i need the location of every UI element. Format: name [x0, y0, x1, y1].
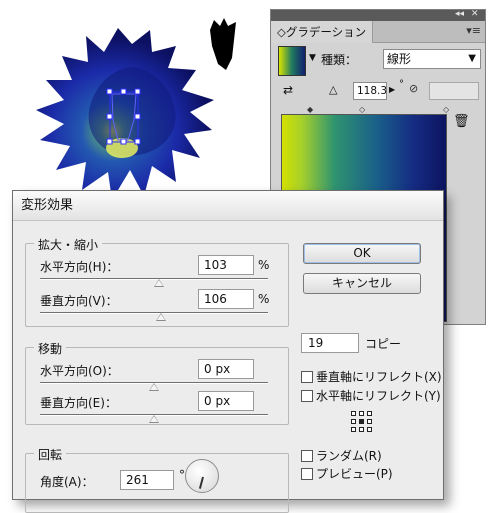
move-horizontal-input[interactable]: 0 px: [198, 359, 254, 379]
random-checkbox[interactable]: [301, 450, 313, 462]
move-horizontal-slider-thumb[interactable]: [149, 383, 159, 391]
move-group: 移動 水平方向(O)： 0 px 垂直方向(E)： 0 px: [25, 340, 289, 425]
scale-horizontal-input[interactable]: 103: [198, 255, 254, 275]
tab-gradient-label: グラデーション: [285, 25, 367, 39]
random-label: ランダム(R): [316, 449, 382, 463]
aspect-ratio-input[interactable]: [429, 82, 479, 100]
reflect-horizontal-label: 水平軸にリフレクト(Y): [316, 389, 441, 403]
midpoint-diamond[interactable]: ◆: [307, 105, 313, 114]
collapse-icon[interactable]: ◂◂: [455, 9, 464, 20]
scale-horizontal-label: 水平方向(H)：: [40, 260, 119, 274]
reflect-horizontal-checkbox-row[interactable]: 水平軸にリフレクト(Y): [301, 387, 441, 404]
angle-dial-icon[interactable]: [185, 459, 219, 493]
panel-menu-icon[interactable]: ▾≡: [466, 24, 481, 37]
reference-point-icon[interactable]: [351, 411, 373, 433]
scale-horizontal-unit: %: [258, 258, 270, 272]
transform-effect-dialog: 変形効果 拡大・縮小 水平方向(H)： 103 % 垂直方向(V)： 106 %…: [12, 190, 444, 513]
aspect-ratio-icon: ⊘: [409, 82, 419, 95]
preview-checkbox[interactable]: [301, 468, 313, 480]
reverse-gradient-icon[interactable]: ⇄: [283, 82, 301, 98]
move-group-title: 移動: [34, 340, 67, 357]
midpoint-diamond[interactable]: ◇: [359, 105, 365, 114]
rotate-angle-label: 角度(A)：: [40, 475, 94, 489]
rotate-group: 回転 角度(A)： 261 °: [25, 446, 289, 513]
scale-vertical-label: 垂直方向(V)：: [40, 294, 118, 308]
reflect-vertical-label: 垂直軸にリフレクト(X): [316, 370, 442, 384]
tab-gradient[interactable]: ◇グラデーション: [271, 21, 374, 43]
type-label: 種類：: [321, 53, 358, 67]
copies-input[interactable]: 19: [301, 333, 359, 353]
dialog-title: 変形効果: [13, 191, 443, 221]
type-select-value: 線形: [387, 52, 412, 66]
angle-icon: △: [329, 83, 338, 96]
angle-dial-needle: [198, 476, 204, 489]
preview-checkbox-row[interactable]: プレビュー(P): [301, 465, 393, 482]
cancel-button[interactable]: キャンセル: [303, 273, 421, 294]
angle-dropdown-icon[interactable]: ▶: [389, 85, 395, 94]
reflect-horizontal-checkbox[interactable]: [301, 390, 313, 402]
rotate-angle-input[interactable]: 261: [120, 470, 174, 490]
scale-vertical-input[interactable]: 106: [198, 289, 254, 309]
angle-input[interactable]: 118.3: [353, 82, 387, 100]
swatch-dropdown-icon[interactable]: ▼: [309, 53, 316, 63]
midpoint-diamond[interactable]: ◇: [443, 105, 449, 114]
reflect-vertical-checkbox-row[interactable]: 垂直軸にリフレクト(X): [301, 368, 442, 385]
move-horizontal-label: 水平方向(O)：: [40, 364, 119, 378]
move-vertical-slider-thumb[interactable]: [149, 415, 159, 423]
scale-vertical-slider-thumb[interactable]: [155, 313, 166, 321]
chevron-down-icon: ▼: [468, 53, 476, 64]
angle-degree-symbol: °: [399, 79, 404, 90]
preview-label: プレビュー(P): [316, 467, 393, 481]
flower-shape: [36, 28, 214, 200]
scale-group: 拡大・縮小 水平方向(H)： 103 % 垂直方向(V)： 106 %: [25, 236, 289, 327]
move-vertical-input[interactable]: 0 px: [198, 391, 254, 411]
ok-button[interactable]: OK: [303, 243, 421, 264]
close-icon[interactable]: ✕: [471, 9, 479, 20]
collapse-arrow-icon: ◇: [277, 25, 286, 39]
move-vertical-label: 垂直方向(E)：: [40, 396, 117, 410]
trash-icon[interactable]: 🗑: [453, 114, 470, 129]
panel-title-strip[interactable]: ◂◂ ✕: [271, 9, 485, 21]
rotate-group-title: 回転: [34, 446, 67, 463]
scale-vertical-slider[interactable]: [40, 312, 268, 314]
scale-vertical-unit: %: [258, 292, 270, 306]
gradient-preview-swatch[interactable]: [278, 46, 306, 76]
scale-group-title: 拡大・縮小: [34, 236, 103, 253]
reflect-vertical-checkbox[interactable]: [301, 371, 313, 383]
type-select[interactable]: 線形 ▼: [383, 49, 481, 69]
panel-tab-row: ◇グラデーション ▾≡: [271, 21, 485, 43]
black-shape: [210, 18, 236, 70]
copies-label: コピー: [365, 337, 402, 351]
random-checkbox-row[interactable]: ランダム(R): [301, 447, 382, 464]
scale-horizontal-slider-thumb[interactable]: [153, 279, 164, 287]
